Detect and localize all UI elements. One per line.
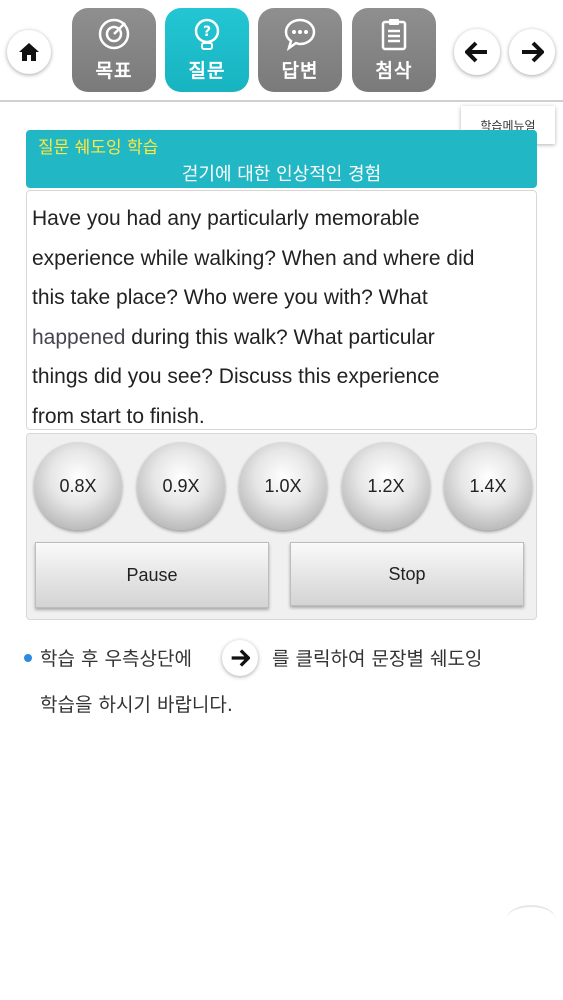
- prev-button[interactable]: [454, 29, 500, 75]
- speed-0-9x-button[interactable]: 0.9X: [137, 442, 225, 530]
- pause-button[interactable]: Pause: [35, 542, 269, 608]
- question-line: experience while walking? When and where…: [32, 246, 475, 270]
- home-button[interactable]: [7, 30, 51, 74]
- inline-next-button: [222, 640, 258, 676]
- speed-1-2x-button[interactable]: 1.2X: [342, 442, 430, 530]
- speed-0-8x-button[interactable]: 0.8X: [34, 442, 122, 530]
- note-text-before: 학습 후 우측상단에: [40, 648, 192, 670]
- note-text-line2: 학습을 하시기 바랍니다.: [40, 694, 233, 716]
- tab-answer-label: 답변: [281, 60, 319, 82]
- top-navigation-bar: 목표 ? 질문 답변 첨삭: [0, 0, 563, 102]
- scroll-top-indicator: [506, 905, 556, 935]
- tab-answer[interactable]: 답변: [258, 8, 342, 92]
- lesson-title: 걷기에 대한 인상적인 경험: [181, 164, 382, 185]
- lesson-type-label: 질문 쉐도잉 학습: [38, 138, 159, 158]
- highlighted-word: happened: [32, 325, 126, 349]
- tab-question[interactable]: ? 질문: [165, 8, 249, 92]
- question-text-box: Have you had any particularly memorable …: [26, 190, 537, 430]
- arrow-right-icon: [522, 41, 544, 63]
- arrow-left-icon: [465, 41, 487, 63]
- tab-correction[interactable]: 첨삭: [352, 8, 436, 92]
- speed-1-4x-button[interactable]: 1.4X: [444, 442, 532, 530]
- home-icon: [19, 43, 39, 61]
- question-bulb-icon: ?: [189, 16, 225, 52]
- tab-correction-label: 첨삭: [375, 60, 413, 82]
- svg-text:?: ?: [203, 24, 211, 40]
- clipboard-icon: [376, 16, 412, 52]
- arrow-right-icon: [231, 649, 250, 667]
- question-line: from start to finish.: [32, 404, 205, 428]
- question-line: this take place? Who were you with? What: [32, 286, 428, 309]
- question-line: Have you had any particularly memorable: [32, 207, 420, 230]
- bullet-dot: [24, 654, 32, 662]
- note-text-after: 를 클릭하여 문장별 쉐도잉: [272, 648, 483, 670]
- tab-question-label: 질문: [188, 60, 226, 82]
- tab-goal-label: 목표: [95, 60, 133, 82]
- target-icon: [96, 16, 132, 52]
- next-button[interactable]: [509, 29, 555, 75]
- question-line: things did you see? Discuss this experie…: [32, 365, 440, 388]
- question-line: happened during this walk? What particul…: [32, 318, 531, 358]
- tab-goal[interactable]: 목표: [72, 8, 156, 92]
- speed-1-0x-button[interactable]: 1.0X: [239, 442, 327, 530]
- stop-button[interactable]: Stop: [290, 542, 524, 606]
- question-line-rest: during this walk? What particular: [125, 325, 435, 349]
- speech-bubble-icon: [282, 16, 318, 52]
- playback-panel: 0.8X 0.9X 1.0X 1.2X 1.4X Pause Stop: [26, 433, 537, 620]
- lesson-title-banner: 질문 쉐도잉 학습 걷기에 대한 인상적인 경험: [26, 130, 537, 188]
